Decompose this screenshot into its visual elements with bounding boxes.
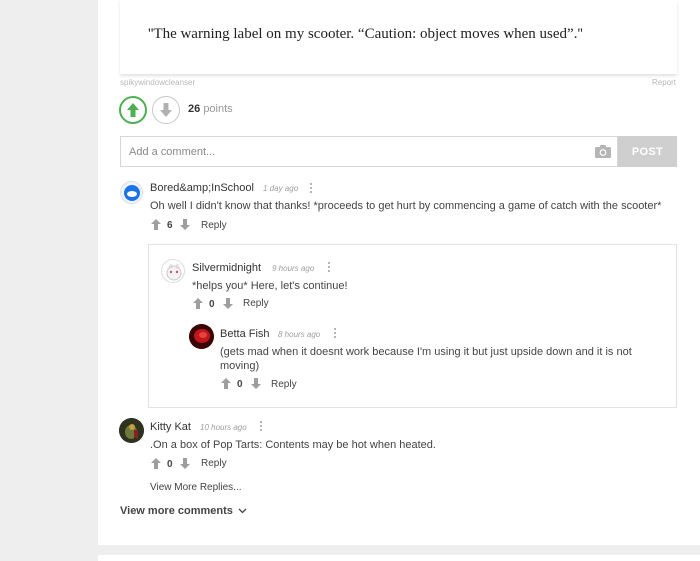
chevron-down-icon (238, 508, 247, 514)
reply-link[interactable]: Reply (243, 298, 269, 309)
reply-author[interactable]: Betta Fish (220, 328, 270, 340)
kebab-menu-icon[interactable] (310, 183, 313, 194)
reply-author[interactable]: Silvermidnight (192, 262, 261, 274)
arrow-down-icon[interactable] (251, 378, 261, 389)
avatar[interactable] (189, 324, 214, 349)
kebab-menu-icon[interactable] (260, 421, 263, 432)
camera-icon[interactable] (595, 144, 611, 158)
quote-card: ''The warning label on my scooter. “Caut… (120, 0, 677, 74)
next-post-card (98, 555, 700, 561)
comment-text: Oh well I didn't know that thanks! *proc… (150, 200, 662, 212)
vote-count: 0 (209, 299, 215, 310)
comment-time: 10 hours ago (200, 423, 247, 432)
comment-input[interactable] (121, 137, 591, 166)
comment-author[interactable]: Bored&amp;InSchool (150, 182, 254, 194)
arrow-up-icon[interactable] (221, 378, 231, 389)
arrow-up-icon[interactable] (151, 219, 161, 230)
upvote-button[interactable] (119, 96, 147, 124)
points-display: 26 points (188, 103, 233, 115)
reply-time: 8 hours ago (278, 330, 321, 339)
arrow-down-icon (160, 103, 172, 117)
quote-text: ''The warning label on my scooter. “Caut… (148, 26, 583, 42)
downvote-button[interactable] (152, 96, 180, 124)
points-label: points (203, 103, 233, 115)
arrow-down-icon[interactable] (180, 458, 190, 469)
arrow-up-icon[interactable] (151, 458, 161, 469)
view-more-comments-button[interactable]: View more comments (120, 505, 247, 517)
comment-time: 1 day ago (263, 184, 299, 193)
comment-text: .On a box of Pop Tarts: Contents may be … (150, 439, 436, 451)
reply-link[interactable]: Reply (201, 220, 227, 231)
view-more-replies-link[interactable]: View More Replies... (150, 482, 242, 493)
vote-count: 0 (167, 459, 173, 470)
vote-count: 6 (167, 220, 173, 231)
kebab-menu-icon[interactable] (328, 262, 331, 273)
avatar[interactable] (119, 418, 144, 443)
reply-time: 9 hours ago (272, 264, 315, 273)
report-link[interactable]: Report (652, 78, 676, 87)
comment-box (120, 136, 618, 167)
arrow-down-icon[interactable] (180, 219, 190, 230)
reply-link[interactable]: Reply (271, 379, 297, 390)
arrow-down-icon[interactable] (223, 298, 233, 309)
comment-author[interactable]: Kitty Kat (150, 421, 191, 433)
left-gutter (0, 0, 98, 561)
avatar[interactable] (161, 259, 185, 283)
view-more-comments-label: View more comments (120, 505, 233, 517)
points-count: 26 (188, 103, 201, 115)
vote-count: 0 (237, 379, 243, 390)
image-credit[interactable]: spikywindowcleanser (120, 78, 195, 87)
avatar[interactable] (120, 181, 143, 204)
kebab-menu-icon[interactable] (334, 328, 337, 339)
reply-text: (gets mad when it doesnt work because I'… (220, 346, 632, 372)
arrow-up-icon[interactable] (193, 298, 203, 309)
reply-text: *helps you* Here, let's continue! (192, 280, 348, 292)
avatar-image (189, 324, 214, 349)
arrow-up-icon (127, 103, 139, 117)
avatar-image (124, 185, 140, 201)
reply-link[interactable]: Reply (201, 458, 227, 469)
avatar-image (119, 418, 144, 443)
post-content: ''The warning label on my scooter. “Caut… (98, 0, 700, 545)
post-button[interactable]: POST (618, 136, 677, 167)
